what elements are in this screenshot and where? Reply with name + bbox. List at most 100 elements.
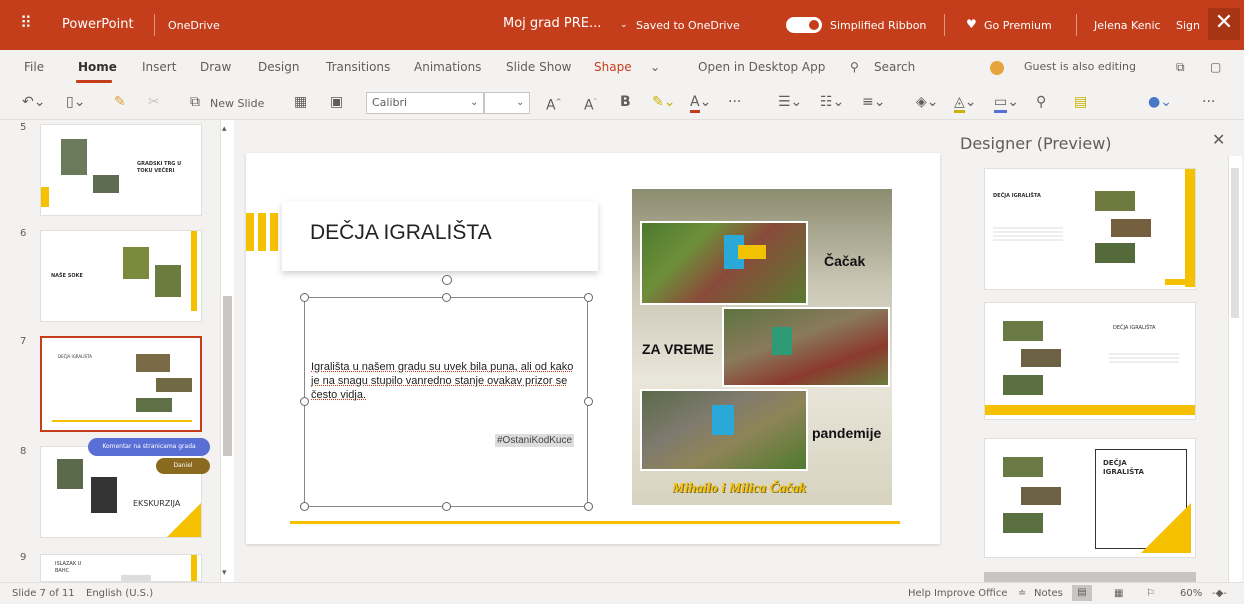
close-icon[interactable]: ✕ — [1208, 8, 1240, 40]
resize-handle[interactable] — [584, 293, 593, 302]
dictate-icon[interactable]: ●⌄ — [1148, 94, 1172, 110]
simplified-ribbon-toggle[interactable] — [786, 17, 822, 33]
comment-author-badge[interactable]: Daniel — [156, 458, 210, 474]
app-name[interactable]: PowerPoint — [62, 17, 134, 33]
undo-icon[interactable]: ↶⌄ — [22, 94, 45, 110]
chevron-down-icon[interactable]: ⌄ — [516, 95, 524, 111]
shapes-icon[interactable]: ◈⌄ — [916, 94, 939, 110]
slide-sorter-icon[interactable]: ▦ — [1114, 588, 1123, 599]
resize-handle[interactable] — [442, 293, 451, 302]
tab-draw[interactable]: Draw — [200, 60, 231, 74]
chevron-down-icon[interactable]: ⌄ — [620, 17, 628, 33]
thumbnail-photo — [1001, 511, 1045, 535]
body-text[interactable]: Igrališta u našem gradu su uvek bila pun… — [311, 360, 581, 402]
scroll-down-icon[interactable]: ▾ — [222, 568, 227, 578]
thumbnail-photo — [1093, 189, 1137, 213]
scrollbar-thumb[interactable] — [223, 296, 232, 456]
find-icon[interactable]: ⚲ — [1036, 94, 1046, 110]
design-option-2[interactable]: DEČJA IGRALIŠTA — [984, 302, 1196, 420]
font-color-icon[interactable]: A⌄ — [690, 94, 711, 113]
save-status: Saved to OneDrive — [636, 19, 740, 32]
playground-photo-2[interactable] — [722, 307, 890, 387]
document-title[interactable]: Moj grad PRE... — [503, 16, 601, 32]
open-in-desktop-button[interactable]: Open in Desktop App — [698, 60, 825, 74]
slide-title[interactable]: DEČJA IGRALIŠTA — [310, 221, 492, 245]
tab-shape[interactable]: Shape — [594, 60, 632, 74]
tab-transitions[interactable]: Transitions — [326, 60, 390, 74]
help-improve-link[interactable]: Help Improve Office — [908, 588, 1007, 599]
notes-icon[interactable]: ≐ — [1018, 588, 1026, 599]
shape-outline-icon[interactable]: ▭⌄ — [994, 94, 1019, 113]
tab-design[interactable]: Design — [258, 60, 299, 74]
resize-handle[interactable] — [584, 397, 593, 406]
highlight-icon[interactable]: ✎⌄ — [652, 94, 675, 110]
chevron-down-icon[interactable]: ⌄ — [470, 95, 478, 111]
resize-handle[interactable] — [584, 502, 593, 511]
resize-handle[interactable] — [442, 502, 451, 511]
slide-thumbnail-5[interactable]: GRADSKI TRG U TOKU VEČERI — [40, 124, 202, 216]
more-options-button[interactable]: ··· — [728, 94, 741, 110]
cut-icon[interactable]: ✂ — [148, 94, 160, 110]
design-option-1[interactable]: DEČJA IGRALIŠTA — [984, 168, 1196, 290]
grow-font-icon[interactable]: A^ — [546, 94, 561, 114]
comment-bubble[interactable]: Komentar na stranicama grada — [88, 438, 210, 456]
playground-photo-3[interactable] — [640, 389, 808, 471]
text-box-selected[interactable]: Igrališta u našem gradu su uvek bila pun… — [304, 297, 588, 507]
layout-icon[interactable]: ▦ — [294, 94, 307, 110]
slide-thumbnail-9[interactable]: ISLAZAK U BAHC — [40, 554, 202, 582]
design-option-4-partial[interactable] — [984, 572, 1196, 582]
designer-icon[interactable]: ▤ — [1074, 94, 1087, 110]
more-options-button[interactable]: ··· — [1202, 94, 1215, 110]
title-card[interactable]: DEČJA IGRALIŠTA — [282, 201, 598, 271]
shape-fill-icon[interactable]: ◬⌄ — [954, 94, 977, 113]
scrollbar-thumb[interactable] — [1231, 168, 1239, 318]
chevron-down-icon[interactable]: ⌄ — [650, 60, 660, 74]
reading-view-icon[interactable]: ⚐ — [1146, 588, 1155, 599]
rotate-handle[interactable] — [442, 275, 452, 285]
notes-button[interactable]: Notes — [1034, 588, 1063, 599]
tab-slide-show[interactable]: Slide Show — [506, 60, 571, 74]
design-option-3[interactable]: DEČJA IGRALIŠTA — [984, 438, 1196, 558]
align-icon[interactable]: ≡⌄ — [862, 94, 885, 110]
zoom-level[interactable]: 60% — [1180, 588, 1202, 599]
scroll-up-icon[interactable]: ▴ — [222, 124, 227, 134]
slide-number: 7 — [20, 336, 27, 347]
bullets-icon[interactable]: ☰⌄ — [778, 94, 802, 110]
bold-button[interactable]: B — [620, 94, 631, 110]
tab-home[interactable]: Home — [78, 60, 117, 74]
new-slide-icon[interactable]: ⧉ — [190, 94, 200, 110]
guest-editing-status[interactable]: Guest is also editing — [1024, 60, 1136, 73]
new-slide-button[interactable]: New Slide — [210, 96, 264, 112]
slide-thumbnail-7[interactable]: DEČJA IGRALIŠTA — [40, 336, 202, 432]
label-pandemije: pandemije — [812, 425, 882, 441]
sign-out-link[interactable]: Sign — [1176, 18, 1200, 34]
share-icon[interactable]: ⧉ — [1176, 60, 1185, 75]
shrink-font-icon[interactable]: Aˇ — [584, 94, 597, 114]
hashtag-text[interactable]: #OstaniKodKuce — [495, 434, 575, 447]
resize-handle[interactable] — [300, 502, 309, 511]
playground-photo-1[interactable] — [640, 221, 808, 305]
format-painter-icon[interactable]: ✎ — [114, 94, 126, 110]
paste-icon[interactable]: ▯⌄ — [66, 94, 85, 110]
language-indicator[interactable]: English (U.S.) — [86, 588, 153, 599]
slide-canvas[interactable]: DEČJA IGRALIŠTA Igrališta u našem gradu … — [246, 153, 940, 544]
location-link[interactable]: OneDrive — [168, 18, 220, 34]
zoom-slider-icon[interactable]: -◆- — [1212, 588, 1227, 599]
go-premium-link[interactable]: Go Premium — [984, 18, 1052, 34]
font-name-input[interactable]: Calibri — [366, 92, 484, 114]
close-icon[interactable]: ✕ — [1212, 130, 1225, 149]
tab-file[interactable]: File — [24, 60, 44, 74]
numbering-icon[interactable]: ☷⌄ — [820, 94, 844, 110]
search-box[interactable]: Search — [874, 60, 915, 74]
slide-thumbnail-6[interactable]: NAŠE SOKE — [40, 230, 202, 322]
resize-handle[interactable] — [300, 293, 309, 302]
picture-icon[interactable]: ▣ — [330, 94, 343, 110]
resize-handle[interactable] — [300, 397, 309, 406]
tab-animations[interactable]: Animations — [414, 60, 481, 74]
comments-icon[interactable]: ▢ — [1210, 60, 1221, 74]
tab-insert[interactable]: Insert — [142, 60, 176, 74]
user-name[interactable]: Jelena Kenic — [1094, 18, 1161, 34]
photo-collage[interactable]: Čačak ZA VREME pandemije Mihailo i Milic… — [632, 189, 892, 505]
app-launcher-icon[interactable]: ⠿ — [20, 15, 32, 31]
normal-view-icon[interactable]: ▤ — [1072, 585, 1092, 601]
